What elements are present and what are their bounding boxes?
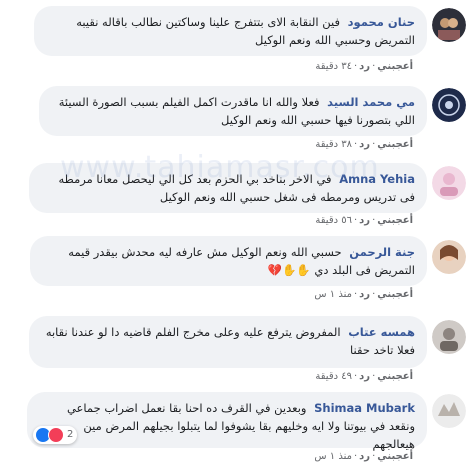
comment-bubble: مي محمد السيد فعلا والله انا ماقدرت اكمل… — [39, 86, 427, 136]
like-link[interactable]: أعجبني — [377, 289, 413, 300]
comment-bubble: همسه عتاب المفروض يترفع عليه وعلى مخرج ا… — [29, 316, 427, 368]
comment-item: Amna Yehia في الاخر بناخد بي الحزم بعد ك… — [0, 158, 471, 234]
comment-author[interactable]: همسه عتاب — [348, 325, 415, 339]
reply-link[interactable]: رد — [359, 371, 370, 382]
comment-bubble: جنة الرحمن حسبي الله ونعم الوكيل مش عارف… — [30, 236, 427, 286]
comment-author[interactable]: Shimaa Mubark — [314, 401, 415, 415]
comment-item: همسه عتاب المفروض يترفع عليه وعلى مخرج ا… — [0, 314, 471, 390]
avatar[interactable] — [432, 88, 466, 122]
reply-link[interactable]: رد — [359, 451, 370, 462]
comment-actions: أعجبني·رد·٤٩ دقيقة — [315, 371, 413, 382]
comment-bubble: Shimaa Mubark وبعدين في القرف ده احنا بق… — [27, 392, 427, 451]
comment-actions: أعجبني·رد·٣٤ دقيقة — [315, 61, 413, 72]
avatar[interactable] — [432, 240, 466, 274]
avatar[interactable] — [432, 8, 466, 42]
comment-author[interactable]: Amna Yehia — [339, 172, 415, 186]
like-link[interactable]: أعجبني — [377, 139, 413, 150]
comment-item: Shimaa Mubark وبعدين في القرف ده احنا بق… — [0, 390, 471, 463]
comment-bubble: Amna Yehia في الاخر بناخد بي الحزم بعد ك… — [29, 163, 427, 213]
avatar[interactable] — [432, 320, 466, 354]
reply-link[interactable]: رد — [359, 215, 370, 226]
like-link[interactable]: أعجبني — [377, 61, 413, 72]
comment-time[interactable]: ٥٦ دقيقة — [315, 215, 352, 226]
like-link[interactable]: أعجبني — [377, 371, 413, 382]
comment-actions: أعجبني·رد·٣٨ دقيقة — [315, 139, 413, 150]
comment-author[interactable]: مي محمد السيد — [327, 95, 415, 109]
comment-actions: أعجبني·رد·منذ ١ س — [314, 451, 413, 462]
reaction-summary[interactable]: 2 — [33, 426, 78, 444]
comment-bubble: حنان محمود فين النقابة الاى بتتفرج علينا… — [34, 6, 427, 56]
comment-item: مي محمد السيد فعلا والله انا ماقدرت اكمل… — [0, 80, 471, 155]
comment-actions: أعجبني·رد·منذ ١ س — [314, 289, 413, 300]
reply-link[interactable]: رد — [359, 289, 370, 300]
avatar[interactable] — [432, 166, 466, 200]
reply-link[interactable]: رد — [359, 61, 370, 72]
reaction-count: 2 — [67, 429, 74, 440]
reply-link[interactable]: رد — [359, 139, 370, 150]
comment-time[interactable]: منذ ١ س — [314, 451, 352, 462]
like-link[interactable]: أعجبني — [377, 215, 413, 226]
comment-actions: أعجبني·رد·٥٦ دقيقة — [315, 215, 413, 226]
avatar[interactable] — [432, 394, 466, 428]
comment-time[interactable]: منذ ١ س — [314, 289, 352, 300]
comment-time[interactable]: ٣٨ دقيقة — [315, 139, 352, 150]
love-reaction-icon — [48, 427, 64, 443]
comment-time[interactable]: ٣٤ دقيقة — [315, 61, 352, 72]
comment-author[interactable]: حنان محمود — [348, 15, 415, 29]
comment-time[interactable]: ٤٩ دقيقة — [315, 371, 352, 382]
comment-item: جنة الرحمن حسبي الله ونعم الوكيل مش عارف… — [0, 234, 471, 314]
comment-author[interactable]: جنة الرحمن — [349, 245, 415, 259]
comments-list: حنان محمود فين النقابة الاى بتتفرج علينا… — [0, 0, 471, 463]
like-link[interactable]: أعجبني — [377, 451, 413, 462]
comment-item: حنان محمود فين النقابة الاى بتتفرج علينا… — [0, 0, 471, 84]
